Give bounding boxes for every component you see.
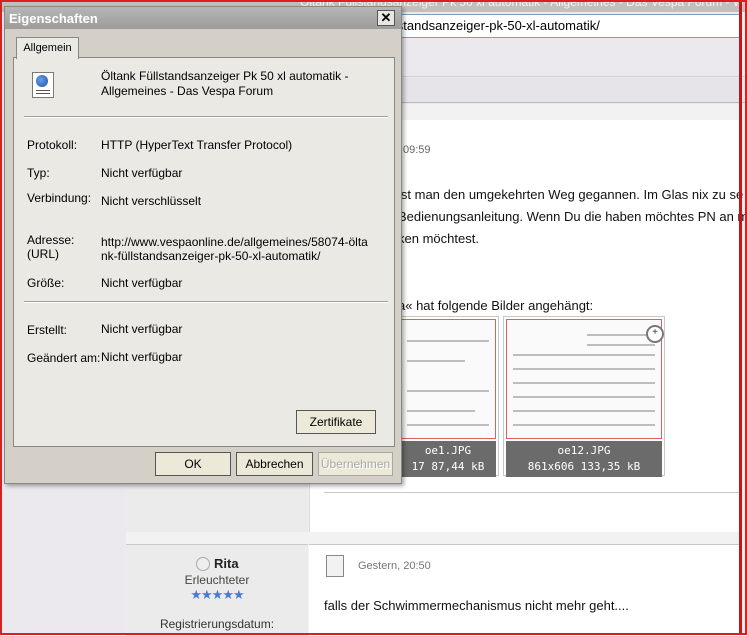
web-page-icon <box>32 72 54 98</box>
divider <box>324 492 740 493</box>
dialog-title-bar[interactable]: Eigenschaften ✕ <box>5 7 401 29</box>
properties-dialog: Eigenschaften ✕ Allgemein Öltank Füllsta… <box>4 6 402 484</box>
attachments-heading: a« hat folgende Bilder angehängt: <box>398 298 594 313</box>
size-value: Nicht verfügbar <box>101 276 183 290</box>
registration-label: Registrierungsdatum: <box>159 617 275 631</box>
created-label: Erstellt: <box>27 323 68 337</box>
type-value: Nicht verfügbar <box>101 166 183 180</box>
attachment-name: oe1.JPG <box>424 444 472 457</box>
post-body <box>309 544 740 636</box>
address-value: http://www.vespaonline.de/allgemeines/58… <box>101 235 368 263</box>
tab-panel: Öltank Füllstandsanzeiger Pk 50 xl autom… <box>13 57 395 447</box>
attachment-thumbnail[interactable]: oe1.JPG 17 87,44 kB <box>397 316 499 477</box>
close-icon[interactable]: ✕ <box>377 10 395 26</box>
browser-command-bar <box>386 78 747 103</box>
connection-value: Nicht verschlüsselt <box>101 194 202 208</box>
size-label: Größe: <box>27 276 65 290</box>
cancel-button[interactable]: Abbrechen <box>236 452 313 476</box>
author-name[interactable]: Rita <box>214 556 239 571</box>
protocol-value: HTTP (HyperText Transfer Protocol) <box>101 138 293 152</box>
created-value: Nicht verfügbar <box>101 322 183 336</box>
frame-edge <box>739 0 742 635</box>
post-text-line: ken möchtest. <box>398 231 479 246</box>
attachment-image <box>400 319 496 439</box>
dialog-title: Eigenschaften <box>9 11 98 26</box>
post-text-line: Bedienungsanleitung. Wenn Du die haben m… <box>398 209 747 224</box>
browser-toolbar <box>386 42 747 77</box>
attachment-caption: oe1.JPG 17 87,44 kB <box>400 441 496 477</box>
protocol-label: Protokoll: <box>27 138 78 152</box>
modified-label: Geändert am: <box>27 351 101 365</box>
attachment-info: 861x606 133,35 kB <box>527 460 641 473</box>
modified-value: Nicht verfügbar <box>101 350 183 364</box>
certificates-button[interactable]: Zertifikate <box>296 410 376 434</box>
document-name: Öltank Füllstandsanzeiger Pk 50 xl autom… <box>101 69 349 98</box>
tab-general[interactable]: Allgemein <box>16 37 79 59</box>
post-time: 09:59 <box>403 144 431 156</box>
divider <box>24 301 388 303</box>
address-label: Adresse: (URL) <box>27 233 75 261</box>
attachment-name: oe12.JPG <box>557 444 611 457</box>
post-icon <box>326 555 344 577</box>
attachment-caption: oe12.JPG 861x606 133,35 kB <box>506 441 662 477</box>
author-rank: Erleuchteter <box>184 573 250 587</box>
attachment-image <box>506 319 662 439</box>
ok-button[interactable]: OK <box>155 452 231 476</box>
rank-stars-icon: ★★★★★ <box>190 587 244 602</box>
post-text-line: ist man den umgekehrten Weg gegannen. Im… <box>398 187 744 202</box>
connection-label: Verbindung: <box>27 191 92 205</box>
divider <box>24 116 388 118</box>
attachment-info: 17 87,44 kB <box>411 460 485 473</box>
zoom-icon[interactable]: + <box>646 325 664 343</box>
post-text: falls der Schwimmermechanismus nicht meh… <box>324 598 629 613</box>
type-label: Typ: <box>27 166 50 180</box>
post-text: ist man den umgekehrten Weg gegannen. Im… <box>398 184 747 250</box>
offline-status-icon <box>196 557 210 571</box>
post-time: Gestern, 20:50 <box>358 560 431 572</box>
address-bar[interactable]: llstandsanzeiger-pk-50-xl-automatik/ <box>386 14 742 38</box>
apply-button[interactable]: Übernehmen <box>318 452 393 476</box>
attachment-thumbnail[interactable]: oe12.JPG 861x606 133,35 kB <box>503 316 665 477</box>
